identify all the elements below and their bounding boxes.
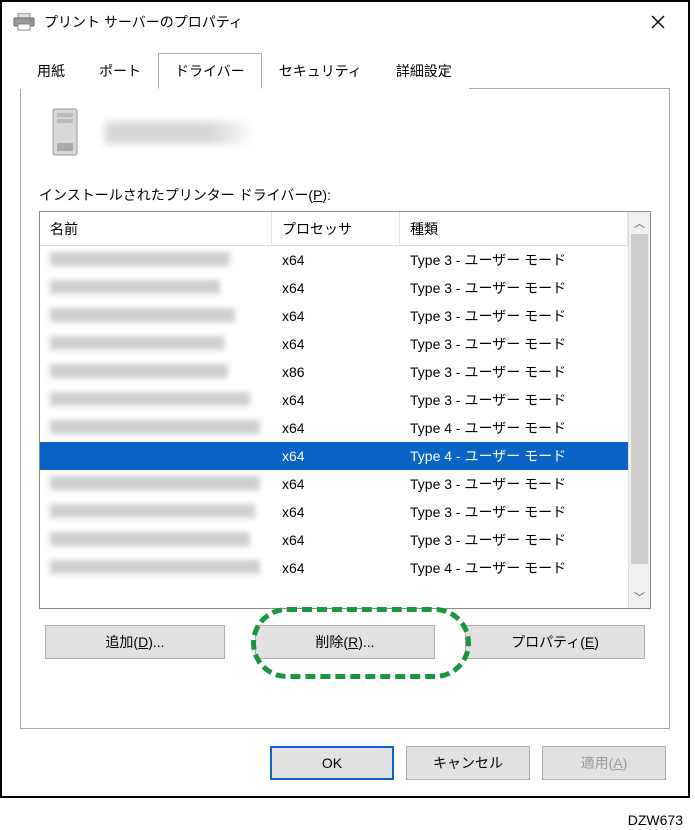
cell-type: Type 3 - ユーザー モード — [400, 386, 628, 414]
cell-processor: x64 — [272, 500, 400, 524]
cell-type: Type 3 - ユーザー モード — [400, 498, 628, 526]
tab-driver[interactable]: ドライバー — [158, 53, 262, 89]
cell-type: Type 4 - ユーザー モード — [400, 442, 628, 470]
list-item[interactable]: x86Type 3 - ユーザー モード — [40, 358, 628, 386]
list-item[interactable]: x64Type 3 - ユーザー モード — [40, 302, 628, 330]
cell-name-redacted — [40, 452, 272, 460]
scroll-thumb[interactable] — [631, 234, 648, 564]
remove-button-label: 削除(R)... — [315, 634, 374, 650]
col-header-type[interactable]: 種類 — [400, 212, 628, 246]
print-server-properties-dialog: プリント サーバーのプロパティ 用紙 ポート ドライバー セキュリティ 詳細設定 — [0, 0, 690, 798]
window-title: プリント サーバーのプロパティ — [44, 12, 638, 32]
cell-name-redacted — [40, 248, 272, 273]
cell-name-redacted — [40, 472, 272, 497]
cell-processor: x64 — [272, 528, 400, 552]
listview-body: x64Type 3 - ユーザー モードx64Type 3 - ユーザー モード… — [40, 246, 628, 582]
cell-name-redacted — [40, 332, 272, 357]
cell-type: Type 3 - ユーザー モード — [400, 358, 628, 386]
properties-button-label: プロパティ(E) — [511, 634, 599, 650]
driver-action-row: 追加(D)... 削除(R)... プロパティ(E) — [39, 625, 651, 659]
cell-type: Type 3 - ユーザー モード — [400, 330, 628, 358]
cell-name-redacted — [40, 304, 272, 329]
cell-processor: x64 — [272, 472, 400, 496]
label-hotkey: P — [313, 187, 322, 203]
cell-name-redacted — [40, 500, 272, 525]
cell-type: Type 4 - ユーザー モード — [400, 414, 628, 442]
tab-body-driver: インストールされたプリンター ドライバー(P): 名前 プロセッサ 種類 x64… — [20, 89, 670, 729]
cell-processor: x64 — [272, 248, 400, 272]
cell-processor: x64 — [272, 416, 400, 440]
content-area: 用紙 ポート ドライバー セキュリティ 詳細設定 インストールされた — [2, 42, 688, 729]
list-item[interactable]: x64Type 4 - ユーザー モード — [40, 554, 628, 582]
remove-button[interactable]: 削除(R)... — [255, 625, 435, 659]
listview-header: 名前 プロセッサ 種類 — [40, 212, 628, 246]
label-prefix: インストールされたプリンター ドライバー( — [39, 187, 313, 203]
cell-type: Type 3 - ユーザー モード — [400, 526, 628, 554]
cell-name-redacted — [40, 556, 272, 581]
list-item[interactable]: x64Type 3 - ユーザー モード — [40, 470, 628, 498]
cell-processor: x64 — [272, 332, 400, 356]
add-button-label: 追加(D)... — [105, 634, 164, 650]
cell-name-redacted — [40, 528, 272, 553]
vertical-scrollbar[interactable]: ︿ ﹀ — [628, 212, 650, 608]
cell-processor: x64 — [272, 556, 400, 580]
scroll-up-arrow[interactable]: ︿ — [629, 212, 650, 234]
cell-type: Type 3 - ユーザー モード — [400, 470, 628, 498]
col-header-name[interactable]: 名前 — [40, 212, 272, 246]
tab-advanced[interactable]: 詳細設定 — [379, 53, 469, 89]
tab-port[interactable]: ポート — [82, 53, 158, 89]
cell-type: Type 3 - ユーザー モード — [400, 274, 628, 302]
cell-type: Type 3 - ユーザー モード — [400, 302, 628, 330]
cell-processor: x64 — [272, 388, 400, 412]
list-item[interactable]: x64Type 3 - ユーザー モード — [40, 246, 628, 274]
dialog-button-bar: OK キャンセル 適用(A) — [270, 746, 666, 780]
printer-icon — [12, 13, 36, 31]
ok-button[interactable]: OK — [270, 746, 394, 780]
label-suffix: ): — [322, 187, 331, 203]
cancel-button[interactable]: キャンセル — [406, 746, 530, 780]
cell-processor: x64 — [272, 444, 400, 468]
list-item[interactable]: x64Type 3 - ユーザー モード — [40, 274, 628, 302]
cell-processor: x64 — [272, 304, 400, 328]
image-id-label: DZW673 — [628, 812, 683, 828]
titlebar: プリント サーバーのプロパティ — [2, 2, 688, 42]
listview-inner: 名前 プロセッサ 種類 x64Type 3 - ユーザー モードx64Type … — [40, 212, 628, 608]
cell-name-redacted — [40, 416, 272, 441]
tab-security[interactable]: セキュリティ — [262, 53, 379, 89]
list-item[interactable]: x64Type 4 - ユーザー モード — [40, 414, 628, 442]
list-item[interactable]: x64Type 3 - ユーザー モード — [40, 386, 628, 414]
scroll-down-arrow[interactable]: ﹀ — [629, 586, 650, 608]
driver-listview[interactable]: 名前 プロセッサ 種類 x64Type 3 - ユーザー モードx64Type … — [39, 211, 651, 609]
server-icon — [49, 107, 81, 159]
apply-button-label: 適用(A) — [581, 755, 628, 771]
driver-list-label: インストールされたプリンター ドライバー(P): — [39, 185, 651, 205]
col-header-processor[interactable]: プロセッサ — [272, 212, 400, 246]
cell-processor: x64 — [272, 276, 400, 300]
list-item[interactable]: x64Type 3 - ユーザー モード — [40, 330, 628, 358]
close-icon — [651, 15, 665, 29]
properties-button[interactable]: プロパティ(E) — [465, 625, 645, 659]
cell-type: Type 4 - ユーザー モード — [400, 554, 628, 582]
apply-button: 適用(A) — [542, 746, 666, 780]
tab-strip: 用紙 ポート ドライバー セキュリティ 詳細設定 — [20, 52, 670, 89]
close-button[interactable] — [638, 7, 678, 37]
tab-paper[interactable]: 用紙 — [20, 53, 82, 89]
server-info — [39, 107, 651, 159]
server-name-redacted — [105, 122, 255, 144]
add-button[interactable]: 追加(D)... — [45, 625, 225, 659]
cell-type: Type 3 - ユーザー モード — [400, 246, 628, 274]
cell-name-redacted — [40, 388, 272, 413]
cell-name-redacted — [40, 360, 272, 385]
list-item[interactable]: x64Type 3 - ユーザー モード — [40, 498, 628, 526]
cell-name-redacted — [40, 276, 272, 301]
list-item[interactable]: x64Type 4 - ユーザー モード — [40, 442, 628, 470]
list-item[interactable]: x64Type 3 - ユーザー モード — [40, 526, 628, 554]
cell-processor: x86 — [272, 360, 400, 384]
